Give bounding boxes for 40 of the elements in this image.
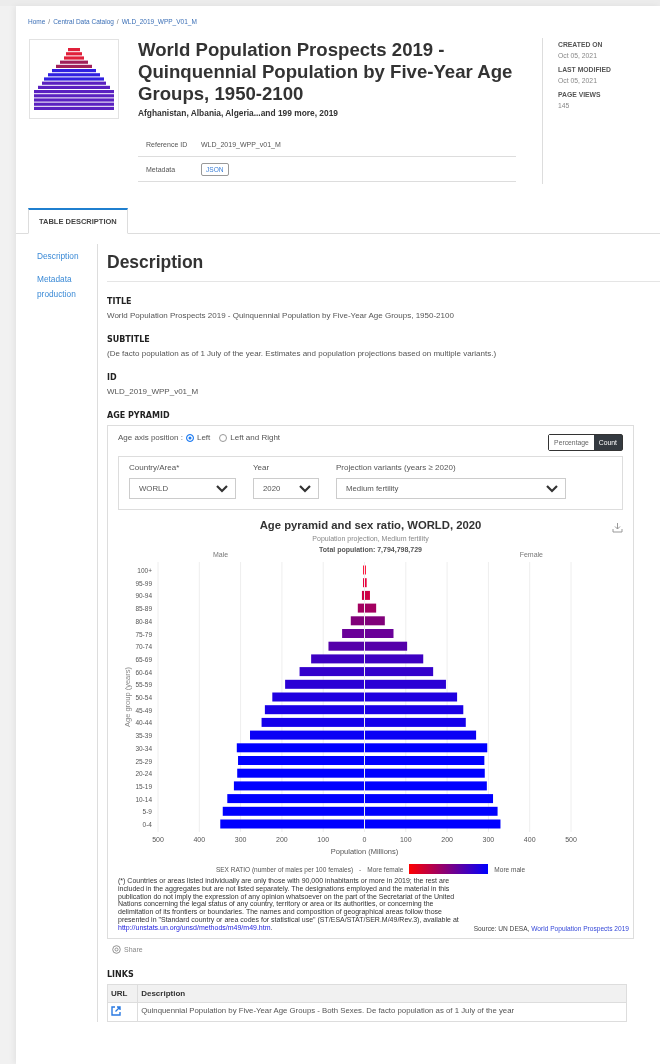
field-label: SUBTITLE [107, 335, 151, 344]
filter-label: Country/Area* [129, 463, 181, 472]
section-heading: Description [107, 244, 660, 282]
bar [365, 616, 385, 626]
field-value: World Population Prospects 2019 - Quinquennial Population by Five-Year Age Groups, 1950-2100 [107, 311, 455, 320]
bar [328, 641, 364, 651]
field-value: (De facto population as of 1 July of the year. Estimates and population projections based on multiple variants.) [107, 349, 498, 358]
filter-label: Year [253, 463, 271, 472]
page-subtitle: Afghanistan, Albania, Algeria...and 199 more, 2019 [138, 108, 339, 118]
field-value: WLD_2019_WPP_v01_M [107, 387, 200, 396]
radio-label[interactable]: Left [196, 433, 211, 442]
radio-label[interactable]: Left and Right [230, 433, 281, 442]
external-link-icon[interactable] [111, 1005, 121, 1016]
chevron-down-icon [216, 484, 228, 493]
chevron-down-icon [546, 484, 558, 493]
bar [311, 654, 364, 664]
field-label: LINKS [107, 969, 135, 979]
bar [350, 616, 364, 626]
column-header: Description [137, 984, 627, 1003]
field-label: ID [107, 373, 118, 382]
field-label: TITLE [107, 297, 133, 306]
page-title: World Population Prospects 2019 - Quinquennial Population by Five-Year Age Groups, 1950-2100 [138, 39, 514, 105]
bar [365, 641, 408, 651]
sidebar-link[interactable]: Metadata production [37, 272, 97, 302]
radio-group-label: Age axis position : [118, 433, 183, 442]
share-icon [112, 944, 121, 954]
filter-label: Projection variants (years ≥ 2020) [336, 463, 457, 472]
field-label: AGE PYRAMID [107, 411, 171, 420]
chevron-down-icon [299, 484, 311, 493]
download-icon[interactable] [612, 522, 623, 533]
column-header: URL [107, 984, 138, 1003]
radio-button[interactable] [185, 433, 194, 442]
radio-button[interactable] [219, 433, 228, 442]
bar [299, 667, 364, 677]
bar [365, 629, 394, 638]
bar [365, 654, 424, 664]
sidebar-link[interactable]: Description [37, 249, 97, 264]
bar [342, 629, 364, 638]
chart-title: Age pyramid and sex ratio, WORLD, 2020 [259, 519, 482, 531]
bar [365, 667, 434, 677]
